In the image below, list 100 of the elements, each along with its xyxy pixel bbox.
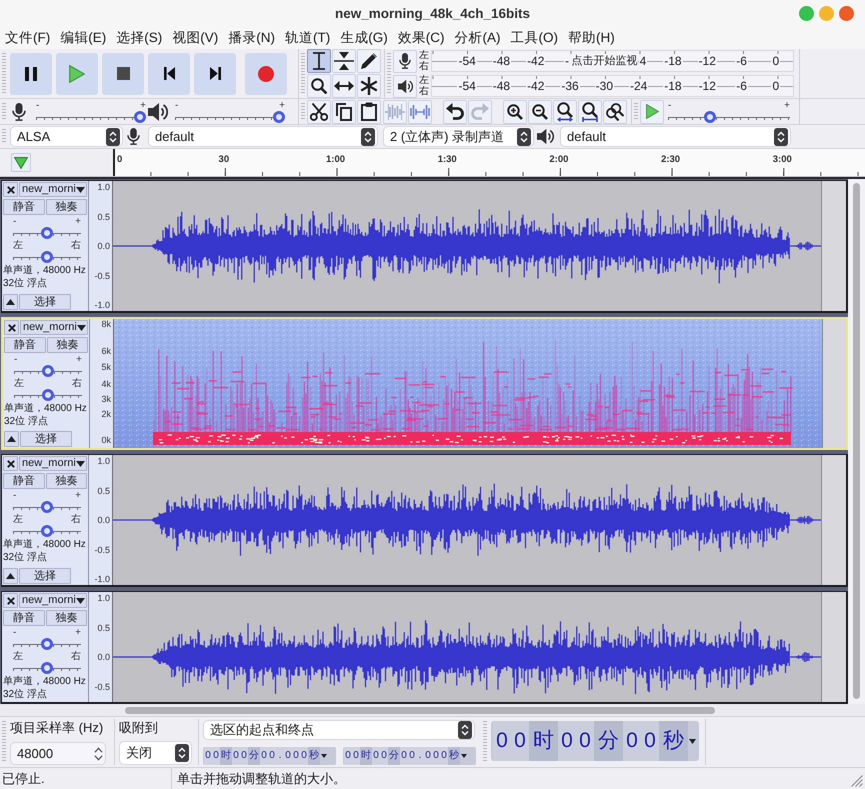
selection-start-time[interactable]: 0 0 时 0 0 分 0 0 . 0 0 0 秒 — [203, 747, 336, 766]
toolbar-grip[interactable] — [301, 103, 305, 120]
toolbar-grip[interactable] — [2, 53, 6, 94]
time-shift-tool-button[interactable] — [332, 74, 356, 98]
menu-item[interactable]: 帮助(H) — [563, 26, 620, 49]
slider-thumb[interactable] — [273, 110, 285, 122]
collapse-button[interactable] — [3, 568, 18, 584]
toolbar-grip[interactable] — [2, 103, 6, 120]
toolbar-grip[interactable] — [634, 103, 638, 120]
slider-thumb[interactable] — [41, 227, 53, 240]
select-button[interactable]: 选择 — [19, 568, 71, 584]
time-display[interactable]: 0 0 时 0 0 分 0 0 秒 — [491, 721, 699, 762]
track-menu-button[interactable]: new_morni — [19, 593, 87, 608]
slider-thumb[interactable] — [41, 638, 53, 650]
menu-item[interactable]: 生成(G) — [335, 26, 393, 49]
snap-to-dropdown[interactable]: 关闭 — [119, 741, 192, 766]
select-button[interactable]: 选择 — [19, 294, 71, 310]
time-digit: 0 — [440, 747, 448, 766]
time-digit: 0 — [380, 747, 388, 766]
menu-item[interactable]: 工具(O) — [506, 26, 563, 49]
cut-button[interactable] — [307, 100, 331, 124]
scrollbar-thumb[interactable] — [125, 706, 715, 714]
selection-tool-button[interactable] — [307, 49, 331, 73]
menu-item[interactable]: 轨道(T) — [280, 26, 336, 49]
play-meter-button[interactable] — [393, 74, 417, 98]
copy-button[interactable] — [332, 100, 356, 124]
meter-scale-label: 0 — [771, 79, 780, 93]
zoom-toggle-button[interactable] — [603, 100, 627, 124]
solo-button[interactable]: 独奏 — [46, 199, 87, 216]
track-menu-button[interactable]: new_morni — [19, 182, 87, 198]
mute-button[interactable]: 静音 — [4, 337, 46, 354]
timeline-ruler[interactable]: 0 30 1:00 1:30 2:00 2:30 3:00 — [113, 149, 865, 176]
audio-host-dropdown[interactable]: ALSA — [10, 126, 123, 147]
close-track-button[interactable] — [4, 320, 19, 336]
timeline-options-button[interactable] — [11, 153, 31, 172]
menu-item[interactable]: 视图(V) — [167, 26, 224, 49]
close-track-button[interactable] — [3, 456, 18, 472]
horizontal-scrollbar[interactable] — [0, 704, 865, 716]
menu-item[interactable]: 编辑(E) — [55, 26, 112, 49]
slider-thumb[interactable] — [41, 525, 53, 538]
fit-project-button[interactable] — [578, 100, 602, 124]
mute-button[interactable]: 静音 — [3, 473, 44, 490]
slider-thumb[interactable] — [42, 365, 54, 378]
recording-channels-dropdown[interactable]: 2 (立体声) 录制声道 — [383, 126, 534, 147]
toolbar-grip[interactable] — [2, 129, 6, 144]
skip-to-end-button[interactable] — [194, 52, 236, 94]
mute-button[interactable]: 静音 — [3, 199, 44, 216]
collapse-button[interactable] — [3, 294, 18, 310]
vertical-scrollbar[interactable] — [848, 177, 865, 704]
recording-device-dropdown[interactable]: default — [148, 126, 378, 147]
menu-item[interactable]: 效果(C) — [392, 26, 450, 49]
selection-mode-dropdown[interactable]: 选区的起点和终点 — [203, 720, 475, 740]
playback-meter[interactable]: -54 -48 -42 -36 -30 -24 -18 -12 -6 0 — [431, 75, 794, 97]
collapse-button[interactable] — [4, 431, 19, 448]
toolbar-grip[interactable] — [483, 721, 487, 764]
mute-button[interactable]: 静音 — [3, 610, 44, 626]
envelope-tool-button[interactable] — [332, 49, 356, 73]
slider-thumb[interactable] — [42, 389, 54, 402]
recording-meter[interactable]: -54 -48 -42 - 点击开始监视 4 -18 -12 -6 0 — [431, 50, 794, 72]
toolbar-grip[interactable] — [2, 721, 6, 764]
zoom-tool-button[interactable] — [307, 74, 331, 98]
zoom-out-button[interactable] — [528, 100, 552, 124]
close-button[interactable] — [839, 6, 854, 21]
slider-thumb[interactable] — [704, 110, 716, 122]
playback-device-dropdown[interactable]: default — [560, 126, 791, 147]
slider-thumb[interactable] — [41, 251, 53, 264]
scrollbar-thumb[interactable] — [853, 183, 860, 700]
record-button[interactable] — [245, 52, 287, 94]
slider-thumb[interactable] — [134, 110, 146, 122]
draw-tool-button[interactable] — [357, 49, 381, 73]
select-button[interactable]: 选择 — [20, 431, 72, 448]
paste-button[interactable] — [357, 100, 381, 124]
audio-track[interactable]: new_morni 静音 独奏 - + 左 右 单声道，48000 Hz 32位 浮点 选择 8k 6k 5k 4k 3k 2k 0k — [1, 317, 848, 450]
record-meter-button[interactable] — [393, 50, 417, 72]
slider-thumb[interactable] — [41, 501, 53, 514]
fit-selection-button[interactable] — [553, 100, 577, 124]
slider-min-label: - — [14, 355, 18, 366]
menu-item[interactable]: 文件(F) — [0, 26, 56, 49]
toolbar-grip[interactable] — [301, 53, 305, 94]
solo-button[interactable]: 独奏 — [46, 610, 87, 626]
solo-button[interactable]: 独奏 — [46, 473, 87, 490]
menu-item[interactable]: 播录(N) — [223, 26, 280, 49]
solo-button[interactable]: 独奏 — [46, 337, 88, 354]
selection-end-time[interactable]: 0 0 时 0 0 分 0 0 . 0 0 0 秒 — [343, 747, 476, 766]
menu-item[interactable]: 分析(A) — [450, 26, 506, 49]
project-rate-field[interactable]: 48000 — [10, 742, 106, 766]
slider-thumb[interactable] — [41, 662, 53, 674]
track-menu-button[interactable]: new_morni — [20, 320, 88, 336]
pause-button[interactable] — [10, 52, 52, 94]
play-at-speed-button[interactable] — [640, 100, 664, 124]
toolbar-grip[interactable] — [387, 53, 391, 94]
stop-button[interactable] — [102, 52, 144, 94]
close-track-button[interactable] — [3, 593, 18, 608]
close-track-button[interactable] — [3, 182, 18, 198]
multi-tool-button[interactable] — [357, 74, 381, 98]
skip-to-start-button[interactable] — [148, 52, 190, 94]
zoom-in-button[interactable] — [503, 100, 527, 124]
undo-button[interactable] — [443, 100, 467, 124]
track-menu-button[interactable]: new_morni — [19, 456, 87, 472]
menu-item[interactable]: 选择(S) — [111, 26, 168, 49]
